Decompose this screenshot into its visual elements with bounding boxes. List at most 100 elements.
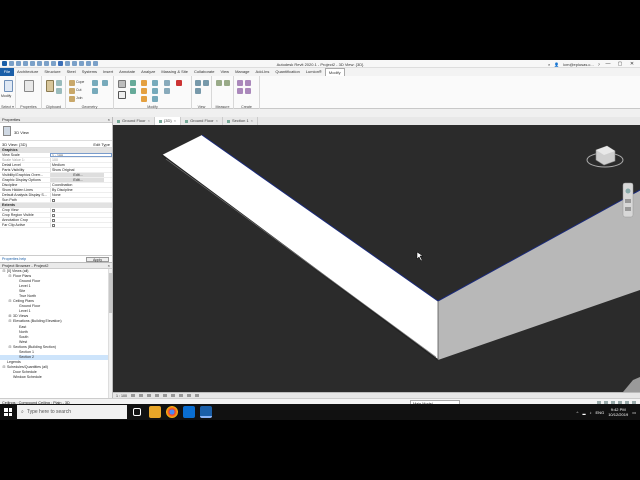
property-checkbox-cell[interactable]: [50, 218, 112, 222]
notifications-icon[interactable]: ▭: [632, 410, 636, 415]
temporary-hide-icon[interactable]: [195, 394, 199, 397]
modify-label[interactable]: Modify: [1, 94, 11, 98]
aligned-dimension-icon[interactable]: [224, 80, 230, 86]
volume-icon[interactable]: ♪: [590, 410, 592, 415]
3d-viewport[interactable]: [113, 125, 640, 392]
task-view-icon[interactable]: [133, 408, 141, 416]
unpin-icon[interactable]: [164, 88, 170, 94]
paint-icon[interactable]: [92, 88, 98, 94]
shadows-icon[interactable]: [155, 394, 159, 397]
checkbox[interactable]: [52, 214, 55, 217]
view-tab[interactable]: Ground Floor ×: [113, 117, 155, 125]
maximize-icon[interactable]: ▢: [614, 60, 626, 68]
close-tab-icon[interactable]: ×: [174, 117, 176, 125]
checkbox[interactable]: [52, 224, 55, 227]
property-checkbox-cell[interactable]: [50, 213, 112, 217]
close-icon[interactable]: ✕: [626, 60, 638, 68]
detail-level-icon[interactable]: [131, 394, 135, 397]
search-icon[interactable]: ⌕: [548, 62, 550, 67]
language-indicator[interactable]: ENG: [596, 410, 605, 415]
edge-icon[interactable]: [183, 406, 195, 418]
expand-toggle-icon[interactable]: ⊟: [8, 319, 12, 324]
close-tab-icon[interactable]: ×: [216, 117, 218, 125]
expand-toggle-icon[interactable]: ⊟: [8, 345, 12, 350]
property-value[interactable]: By Discipline: [50, 188, 112, 192]
group-label[interactable]: Select ▾: [0, 105, 15, 109]
sun-path-icon[interactable]: [147, 394, 151, 397]
checkbox[interactable]: [52, 209, 55, 212]
offset-icon[interactable]: [130, 80, 136, 86]
windows-start-icon[interactable]: [4, 408, 12, 416]
expand-toggle-icon[interactable]: ⊟: [8, 274, 12, 279]
pin-icon[interactable]: [164, 80, 170, 86]
user-icon[interactable]: 👤: [554, 62, 559, 67]
cut-label[interactable]: Cut: [76, 88, 81, 92]
render-icon[interactable]: [163, 394, 167, 397]
model-canvas[interactable]: [113, 125, 640, 392]
copy-element-icon[interactable]: [141, 80, 147, 86]
expand-toggle-icon[interactable]: ⊟: [8, 299, 12, 304]
property-value[interactable]: Medium: [50, 163, 112, 167]
view-tab[interactable]: Section 1 ×: [223, 117, 259, 125]
checkbox[interactable]: [52, 219, 55, 222]
crop-view-icon[interactable]: [171, 394, 175, 397]
array-icon[interactable]: [152, 88, 158, 94]
wall-joins-icon[interactable]: [92, 80, 98, 86]
join-label[interactable]: Join: [76, 96, 82, 100]
cut-icon[interactable]: [56, 80, 62, 86]
file-explorer-icon[interactable]: [149, 406, 161, 418]
clock[interactable]: 9:42 PM 10/12/2019: [608, 407, 628, 417]
chevron-up-icon[interactable]: ^: [577, 410, 579, 415]
scroll-thumb[interactable]: [109, 273, 112, 313]
property-checkbox-cell[interactable]: [50, 198, 112, 202]
property-value[interactable]: 100: [50, 158, 112, 162]
property-checkbox-cell[interactable]: [50, 223, 112, 227]
create-group-icon[interactable]: [237, 88, 243, 94]
expand-toggle-icon[interactable]: ⊟: [2, 269, 6, 274]
navigation-bar-icon[interactable]: [622, 182, 634, 218]
property-value[interactable]: Coordination: [50, 183, 112, 187]
rotate-icon[interactable]: [141, 88, 147, 94]
hide-icon[interactable]: [195, 80, 201, 86]
trim-icon[interactable]: [141, 96, 147, 102]
properties-icon[interactable]: [24, 80, 34, 92]
help-icon[interactable]: ?: [598, 62, 600, 67]
join-icon[interactable]: [69, 96, 75, 102]
taskbar-search-input[interactable]: ⌕ Type here to search: [17, 405, 127, 419]
network-icon[interactable]: ▂: [582, 410, 585, 415]
delete-icon[interactable]: [176, 80, 182, 86]
measure-distance-icon[interactable]: [216, 80, 222, 86]
instance-filter[interactable]: 3D View: {3D} Edit Type: [0, 141, 112, 148]
create-parts-icon[interactable]: [245, 80, 251, 86]
split-face-icon[interactable]: [102, 80, 108, 86]
edit-button[interactable]: Edit...: [50, 173, 104, 177]
scale-icon[interactable]: [152, 96, 158, 102]
chrome-icon[interactable]: [166, 406, 178, 418]
property-value[interactable]: Show Original: [50, 168, 112, 172]
lock-view-icon[interactable]: [187, 394, 191, 397]
mirror-icon[interactable]: [130, 88, 136, 94]
file-tab[interactable]: File: [0, 68, 14, 76]
edit-type-button[interactable]: Edit Type: [93, 141, 110, 148]
create-similar-icon[interactable]: [245, 88, 251, 94]
cope-icon[interactable]: [69, 80, 75, 86]
property-value[interactable]: 1 : 100: [50, 153, 112, 157]
split-icon[interactable]: [152, 80, 158, 86]
create-assembly-icon[interactable]: [237, 80, 243, 86]
properties-help-link[interactable]: Properties help: [0, 257, 26, 261]
browser-scrollbar[interactable]: [108, 269, 112, 398]
visual-style-icon[interactable]: [139, 394, 143, 397]
cope-label[interactable]: Cope: [76, 80, 84, 84]
close-tab-icon[interactable]: ×: [251, 117, 253, 125]
paste-icon[interactable]: [46, 80, 54, 92]
expand-toggle-icon[interactable]: ⊟: [2, 365, 6, 370]
modify-cursor-icon[interactable]: [4, 80, 13, 92]
show-crop-icon[interactable]: [179, 394, 183, 397]
type-selector[interactable]: 3D View: [0, 123, 112, 141]
align-icon[interactable]: [118, 80, 126, 88]
override-icon[interactable]: [203, 80, 209, 86]
view-tab[interactable]: Ground Floor ×: [181, 117, 223, 125]
checkbox[interactable]: [52, 199, 55, 202]
linework-icon[interactable]: [195, 88, 201, 94]
property-checkbox-cell[interactable]: [50, 208, 112, 212]
